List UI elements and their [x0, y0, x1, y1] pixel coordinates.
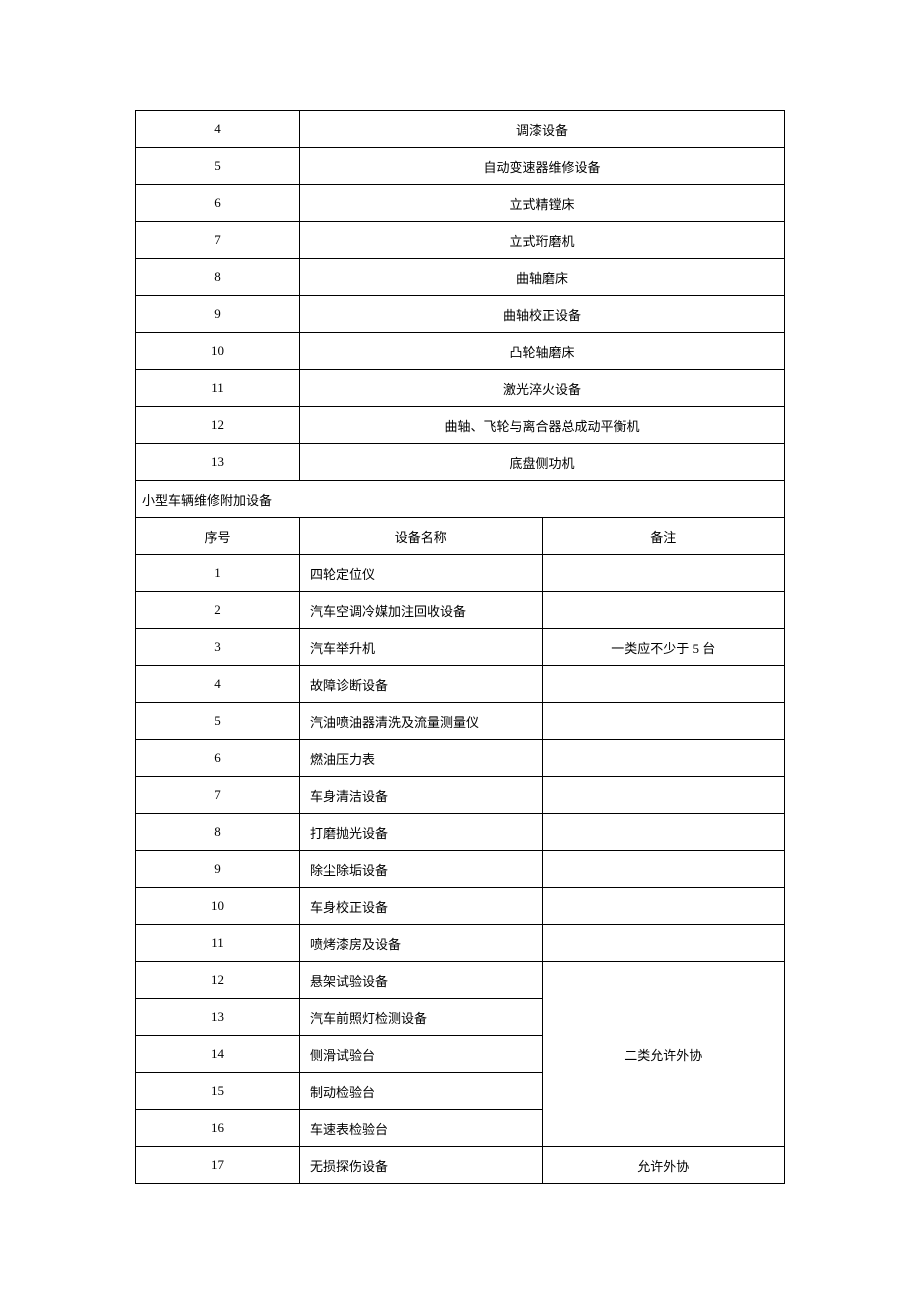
section-header-row: 小型车辆维修附加设备	[136, 481, 785, 518]
note-cell: 允许外协	[542, 1147, 785, 1184]
row-number: 13	[136, 444, 300, 481]
equipment-name: 汽车前照灯检测设备	[300, 999, 543, 1036]
row-number: 5	[136, 703, 300, 740]
equipment-name: 制动检验台	[300, 1073, 543, 1110]
row-number: 7	[136, 777, 300, 814]
table-row: 1 四轮定位仪	[136, 555, 785, 592]
equipment-name: 汽车举升机	[300, 629, 543, 666]
column-header-number: 序号	[136, 518, 300, 555]
table-row: 8 曲轴磨床	[136, 259, 785, 296]
row-number: 6	[136, 740, 300, 777]
row-number: 8	[136, 814, 300, 851]
note-cell	[542, 851, 785, 888]
note-cell	[542, 888, 785, 925]
note-cell	[542, 592, 785, 629]
row-number: 2	[136, 592, 300, 629]
equipment-name: 喷烤漆房及设备	[300, 925, 543, 962]
table-row: 6 立式精镗床	[136, 185, 785, 222]
equipment-name: 自动变速器维修设备	[300, 148, 785, 185]
table-row: 9 曲轴校正设备	[136, 296, 785, 333]
table-row: 2 汽车空调冷媒加注回收设备	[136, 592, 785, 629]
table-row: 13 底盘侧功机	[136, 444, 785, 481]
row-number: 9	[136, 296, 300, 333]
document-page: 4 调漆设备 5 自动变速器维修设备 6 立式精镗床 7 立式珩磨机 8 曲轴磨…	[135, 110, 785, 1184]
equipment-name: 侧滑试验台	[300, 1036, 543, 1073]
table-header-row: 序号 设备名称 备注	[136, 518, 785, 555]
table-row: 4 调漆设备	[136, 111, 785, 148]
equipment-name: 打磨抛光设备	[300, 814, 543, 851]
table-row: 6 燃油压力表	[136, 740, 785, 777]
table-row: 10 凸轮轴磨床	[136, 333, 785, 370]
row-number: 1	[136, 555, 300, 592]
row-number: 3	[136, 629, 300, 666]
row-number: 4	[136, 111, 300, 148]
equipment-name: 曲轴校正设备	[300, 296, 785, 333]
equipment-name: 底盘侧功机	[300, 444, 785, 481]
equipment-name: 悬架试验设备	[300, 962, 543, 999]
column-header-note: 备注	[542, 518, 785, 555]
equipment-name: 无损探伤设备	[300, 1147, 543, 1184]
table-row: 11 喷烤漆房及设备	[136, 925, 785, 962]
equipment-name: 汽油喷油器清洗及流量测量仪	[300, 703, 543, 740]
row-number: 11	[136, 370, 300, 407]
row-number: 8	[136, 259, 300, 296]
note-cell	[542, 555, 785, 592]
row-number: 14	[136, 1036, 300, 1073]
equipment-name: 故障诊断设备	[300, 666, 543, 703]
row-number: 13	[136, 999, 300, 1036]
note-cell: 一类应不少于 5 台	[542, 629, 785, 666]
equipment-name: 凸轮轴磨床	[300, 333, 785, 370]
equipment-name: 四轮定位仪	[300, 555, 543, 592]
row-number: 16	[136, 1110, 300, 1147]
note-cell	[542, 703, 785, 740]
equipment-name: 立式珩磨机	[300, 222, 785, 259]
note-cell	[542, 740, 785, 777]
equipment-name: 曲轴、飞轮与离合器总成动平衡机	[300, 407, 785, 444]
table-row: 11 激光淬火设备	[136, 370, 785, 407]
row-number: 15	[136, 1073, 300, 1110]
row-number: 10	[136, 333, 300, 370]
note-cell	[542, 777, 785, 814]
note-cell	[542, 925, 785, 962]
table-row: 7 立式珩磨机	[136, 222, 785, 259]
row-number: 17	[136, 1147, 300, 1184]
row-number: 9	[136, 851, 300, 888]
section-title: 小型车辆维修附加设备	[136, 481, 785, 518]
equipment-name: 除尘除垢设备	[300, 851, 543, 888]
table-row: 9 除尘除垢设备	[136, 851, 785, 888]
column-header-name: 设备名称	[300, 518, 543, 555]
table-row: 7 车身清洁设备	[136, 777, 785, 814]
row-number: 4	[136, 666, 300, 703]
equipment-name: 汽车空调冷媒加注回收设备	[300, 592, 543, 629]
equipment-name: 曲轴磨床	[300, 259, 785, 296]
equipment-name: 立式精镗床	[300, 185, 785, 222]
table-row: 3 汽车举升机 一类应不少于 5 台	[136, 629, 785, 666]
equipment-name: 车身校正设备	[300, 888, 543, 925]
row-number: 12	[136, 407, 300, 444]
table-row: 8 打磨抛光设备	[136, 814, 785, 851]
row-number: 10	[136, 888, 300, 925]
table-row: 5 自动变速器维修设备	[136, 148, 785, 185]
equipment-name: 调漆设备	[300, 111, 785, 148]
note-cell-merged: 二类允许外协	[542, 962, 785, 1147]
row-number: 5	[136, 148, 300, 185]
table-row: 4 故障诊断设备	[136, 666, 785, 703]
row-number: 6	[136, 185, 300, 222]
note-cell	[542, 814, 785, 851]
table-row: 12 曲轴、飞轮与离合器总成动平衡机	[136, 407, 785, 444]
equipment-name: 激光淬火设备	[300, 370, 785, 407]
row-number: 7	[136, 222, 300, 259]
table-row: 10 车身校正设备	[136, 888, 785, 925]
table-row: 5 汽油喷油器清洗及流量测量仪	[136, 703, 785, 740]
row-number: 11	[136, 925, 300, 962]
table-row: 12 悬架试验设备 二类允许外协	[136, 962, 785, 999]
table-row: 17 无损探伤设备 允许外协	[136, 1147, 785, 1184]
note-cell	[542, 666, 785, 703]
row-number: 12	[136, 962, 300, 999]
equipment-name: 车身清洁设备	[300, 777, 543, 814]
equipment-table: 4 调漆设备 5 自动变速器维修设备 6 立式精镗床 7 立式珩磨机 8 曲轴磨…	[135, 110, 785, 1184]
equipment-name: 车速表检验台	[300, 1110, 543, 1147]
equipment-name: 燃油压力表	[300, 740, 543, 777]
